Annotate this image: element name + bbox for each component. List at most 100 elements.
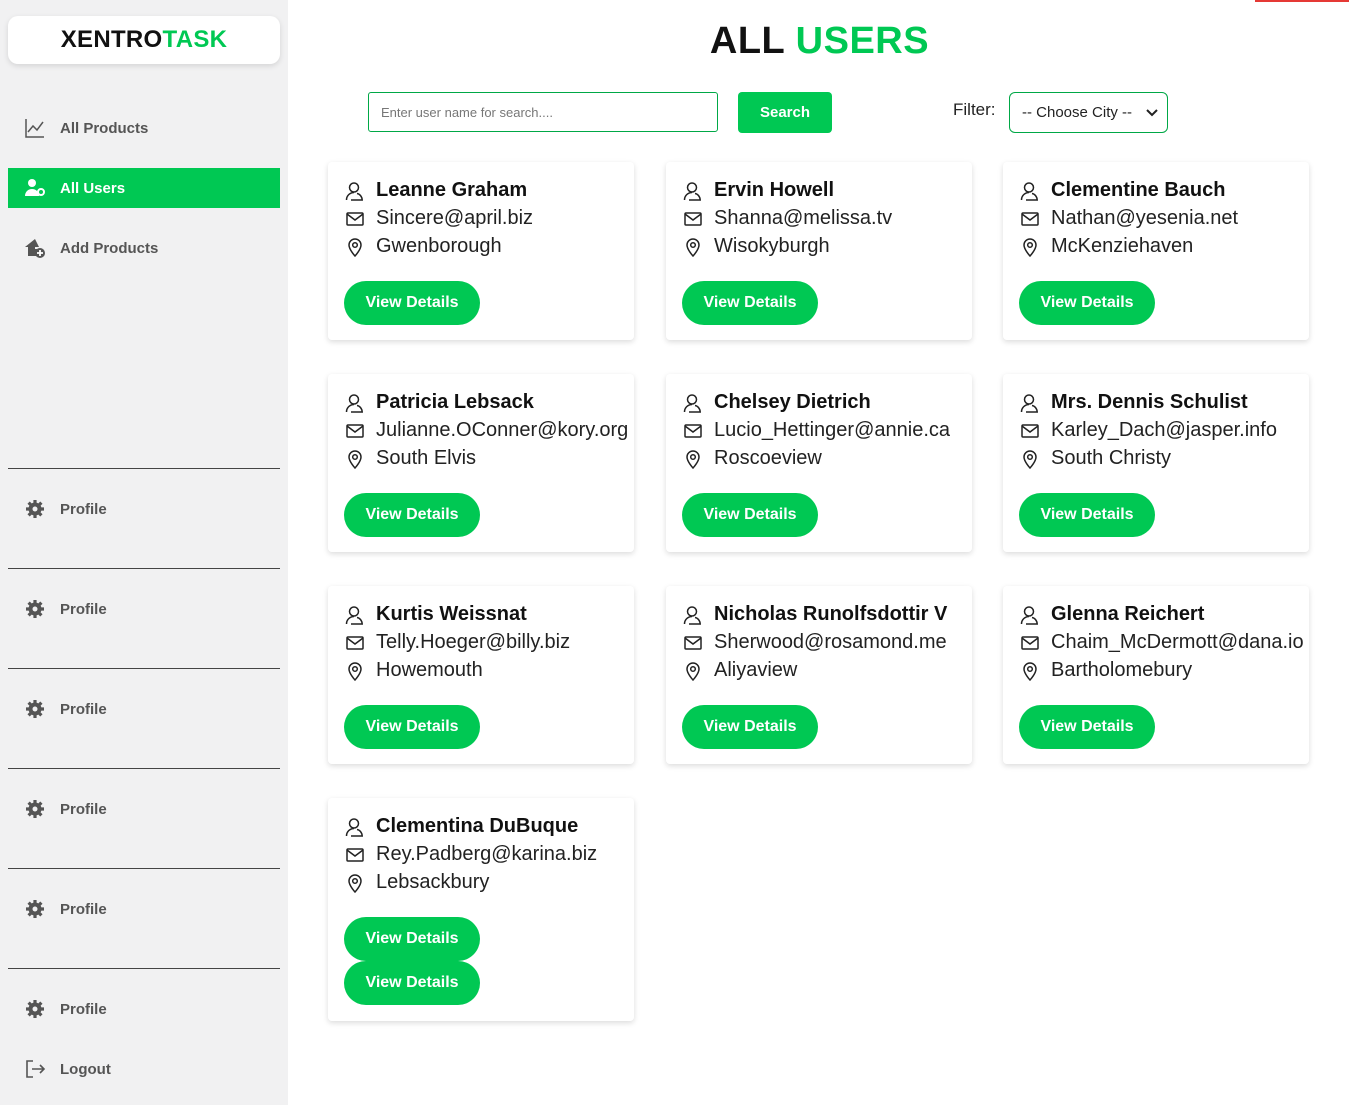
user-email: Julianne.OConner@kory.org <box>376 419 629 441</box>
sidebar-item-all-users[interactable]: All Users <box>8 168 280 208</box>
view-details-button[interactable]: View Details <box>344 281 480 325</box>
user-name: Patricia Lebsack <box>376 391 534 413</box>
user-name-row: Ervin Howell <box>682 179 834 202</box>
mail-icon <box>1019 420 1041 442</box>
user-icon <box>344 392 366 414</box>
user-card: Leanne Graham Sincere@april.biz Gwenboroug… <box>328 162 634 340</box>
sidebar-item-profile[interactable]: Profile <box>8 989 280 1029</box>
view-details-button[interactable]: View Details <box>344 917 480 961</box>
user-email: Lucio_Hettinger@annie.ca <box>714 419 951 441</box>
city-select[interactable]: -- Choose City -- <box>1009 92 1168 133</box>
user-card: Kurtis Weissnat Telly.Hoeger@billy.biz How… <box>328 586 634 764</box>
user-name-row: Patricia Lebsack <box>344 391 534 414</box>
gear-icon <box>24 898 46 920</box>
page-title: ALL USERS <box>290 20 1349 63</box>
mail-icon <box>682 208 704 230</box>
user-icon <box>682 392 704 414</box>
user-name: Glenna Reichert <box>1051 603 1205 625</box>
view-details-button[interactable]: View Details <box>682 493 818 537</box>
user-icon <box>344 604 366 626</box>
user-email: Sincere@april.biz <box>376 207 534 229</box>
view-details-button[interactable]: View Details <box>1019 493 1155 537</box>
user-name: Ervin Howell <box>714 179 835 201</box>
user-name: Mrs. Dennis Schulist <box>1051 391 1248 413</box>
location-pin-icon <box>344 660 366 682</box>
sidebar-item-label: Profile <box>60 600 107 618</box>
user-name: Kurtis Weissnat <box>376 603 527 625</box>
location-pin-icon <box>682 660 704 682</box>
user-email-row: Nathan@yesenia.net <box>1019 207 1238 230</box>
search-button[interactable]: Search <box>738 92 832 133</box>
user-card: Clementina DuBuque Rey.Padberg@karina.biz… <box>328 798 634 1021</box>
view-details-button[interactable]: View Details <box>682 705 818 749</box>
user-name-row: Glenna Reichert <box>1019 603 1204 626</box>
user-icon <box>344 816 366 838</box>
user-card: Glenna Reichert Chaim_McDermott@dana.io Ba… <box>1003 586 1309 764</box>
user-email-row: Shanna@melissa.tv <box>682 207 892 230</box>
sidebar-item-profile[interactable]: Profile <box>8 489 280 529</box>
view-details-button[interactable]: View Details <box>1019 705 1155 749</box>
user-city-row: Wisokyburgh <box>682 235 830 258</box>
location-pin-icon <box>344 872 366 894</box>
sidebar-item-all-products[interactable]: All Products <box>8 108 280 148</box>
sidebar-item-label: Profile <box>60 800 107 818</box>
user-city: South Elvis <box>376 447 477 469</box>
divider <box>8 668 280 669</box>
user-card: Clementine Bauch Nathan@yesenia.net McKenz… <box>1003 162 1309 340</box>
sidebar-item-profile[interactable]: Profile <box>8 689 280 729</box>
user-card: Patricia Lebsack Julianne.OConner@kory.or… <box>328 374 634 552</box>
mail-icon <box>682 632 704 654</box>
gear-icon <box>24 998 46 1020</box>
filter-label: Filter: <box>953 100 996 119</box>
user-city: McKenziehaven <box>1051 235 1194 257</box>
title-part-1: ALL <box>709 20 785 62</box>
view-details-button[interactable]: View Details <box>344 961 480 1005</box>
sidebar-item-label: Profile <box>60 900 107 918</box>
divider <box>8 468 280 469</box>
view-details-button[interactable]: View Details <box>682 281 818 325</box>
user-name: Leanne Graham <box>376 179 528 201</box>
sidebar-item-profile[interactable]: Profile <box>8 889 280 929</box>
city-select-value: -- Choose City -- <box>1022 104 1133 121</box>
brand-logo[interactable]: XENTRO TASK <box>8 16 280 64</box>
user-city: Bartholomebury <box>1051 659 1193 681</box>
location-pin-icon <box>1019 660 1041 682</box>
user-card: Chelsey Dietrich Lucio_Hettinger@annie.ca… <box>666 374 972 552</box>
view-details-button[interactable]: View Details <box>344 493 480 537</box>
location-pin-icon <box>682 448 704 470</box>
user-city-row: Bartholomebury <box>1019 659 1192 682</box>
sidebar-item-label: All Products <box>60 119 149 137</box>
user-icon <box>1019 392 1041 414</box>
sidebar-item-add-products[interactable]: Add Products <box>8 228 280 268</box>
user-city-row: Aliyaview <box>682 659 797 682</box>
sidebar-item-label: Logout <box>60 1060 111 1078</box>
gear-icon <box>24 498 46 520</box>
user-email-row: Sherwood@rosamond.me <box>682 631 947 654</box>
user-name: Chelsey Dietrich <box>714 391 871 413</box>
user-email: Telly.Hoeger@billy.biz <box>376 631 571 653</box>
user-card: Ervin Howell Shanna@melissa.tv Wisokyburgh… <box>666 162 972 340</box>
user-name-row: Clementine Bauch <box>1019 179 1225 202</box>
user-city: Wisokyburgh <box>714 235 830 257</box>
house-plus-icon <box>24 237 46 259</box>
search-input[interactable] <box>368 92 718 132</box>
sidebar-item-label: Profile <box>60 700 107 718</box>
user-name: Clementina DuBuque <box>376 815 579 837</box>
user-city-row: McKenziehaven <box>1019 235 1193 258</box>
user-email: Rey.Padberg@karina.biz <box>376 843 598 865</box>
sidebar-item-profile[interactable]: Profile <box>8 789 280 829</box>
user-email-row: Chaim_McDermott@dana.io <box>1019 631 1304 654</box>
sidebar-item-profile[interactable]: Profile <box>8 589 280 629</box>
sidebar-item-label: Add Products <box>60 239 159 257</box>
divider <box>8 868 280 869</box>
mail-icon <box>344 632 366 654</box>
divider <box>8 568 280 569</box>
view-details-button[interactable]: View Details <box>1019 281 1155 325</box>
user-city-row: South Elvis <box>344 447 476 470</box>
view-details-button[interactable]: View Details <box>344 705 480 749</box>
gear-icon <box>24 598 46 620</box>
user-icon <box>682 604 704 626</box>
sidebar-item-logout[interactable]: Logout <box>8 1049 280 1089</box>
location-pin-icon <box>344 236 366 258</box>
chevron-down-icon <box>1145 105 1159 119</box>
